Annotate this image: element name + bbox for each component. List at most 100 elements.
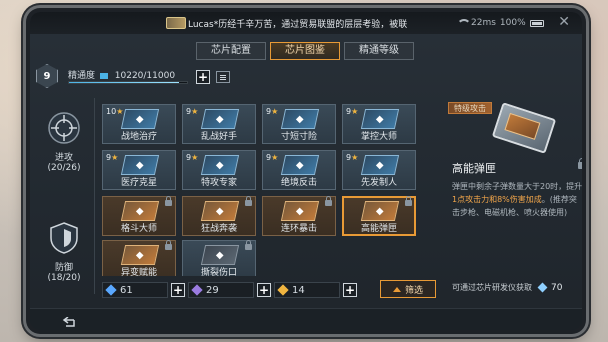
chip-card-name: 狂战奔袭	[200, 224, 237, 234]
star-icon: ★	[116, 107, 124, 116]
chip-description: 弹匣中剩余子弹数量大于20时，提升1点攻击力和8%伤害加成。(推荐突击步枪、电磁…	[452, 180, 582, 219]
chip-card-icon: ◆	[200, 201, 240, 221]
gold-gem-icon	[277, 284, 289, 296]
chip-card-icon: ◆	[360, 109, 400, 129]
tablet-frame: Lucas*历经千辛万苦，通过贸易联盟的层层考验，被联 22ms 100% ✕ …	[26, 8, 586, 334]
resource-blue-box: 61	[102, 282, 168, 298]
chip-card-name: 寸短寸险	[280, 132, 317, 142]
category-attack-count: (20/26)	[47, 163, 81, 173]
chip-card-icon: ◆	[360, 201, 400, 221]
mastery-value: 10220/11000	[114, 71, 176, 81]
chip-card-icon: ◆	[120, 109, 160, 129]
category-attack[interactable]: 进攻 (20/26)	[36, 110, 92, 173]
category-defense[interactable]: 防御 (18/20)	[36, 220, 92, 283]
acquire-text: 可通过芯片研发仪获取	[452, 283, 532, 292]
chip-card-icon: ◆	[280, 201, 320, 221]
chip-card[interactable]: 9★ ◆ 医疗克星	[102, 150, 176, 190]
resource-blue: 61	[102, 282, 168, 298]
lock-icon	[245, 196, 252, 206]
chip-card-level-value: 10	[106, 107, 117, 116]
filter-label: 筛选	[404, 285, 423, 296]
shield-icon	[46, 220, 82, 256]
battery-icon	[529, 19, 544, 27]
chip-card-level: 9★	[106, 153, 118, 162]
tab-mastery-level[interactable]: 精通等级	[344, 42, 414, 60]
filter-button[interactable]: 筛选	[380, 280, 436, 298]
close-icon[interactable]: ✕	[558, 14, 570, 30]
resource-purple: 29	[188, 282, 254, 298]
bottom-bar	[30, 308, 582, 330]
lock-icon	[578, 158, 582, 169]
resource-gold-value: 14	[292, 284, 305, 296]
star-icon: ★	[111, 153, 119, 162]
lock-icon	[165, 196, 172, 206]
chip-card[interactable]: ◆ 高能弹匣	[342, 196, 416, 236]
chip-currency-icon	[537, 282, 548, 293]
chip-card[interactable]: ◆ 撕裂伤口	[182, 240, 256, 276]
add-purple-resource-button[interactable]: +	[257, 283, 271, 297]
category-defense-count: (18/20)	[47, 273, 81, 283]
player-level-badge: 9	[36, 64, 58, 88]
chip-card-level: 9★	[266, 153, 278, 162]
magazine-chip-icon	[491, 102, 557, 154]
chip-card-icon: ◆	[200, 155, 240, 175]
chip-card-name: 异变赋能	[120, 268, 157, 276]
battery-value: 100%	[499, 18, 526, 28]
wifi-icon	[457, 19, 471, 27]
sort-icon[interactable]	[216, 71, 230, 83]
lock-icon	[325, 196, 332, 206]
blue-gem-icon	[105, 284, 117, 296]
resource-purple-value: 29	[206, 284, 219, 296]
chip-card-level: 10★	[106, 107, 123, 116]
back-arrow-icon[interactable]	[62, 314, 76, 327]
chip-desc-highlight: 1点攻击力和8%伤害加成	[452, 195, 542, 204]
broadcast-message: Lucas*历经千辛万苦，通过贸易联盟的层层考验，被联	[188, 19, 408, 30]
chip-codex-screen: Lucas*历经千辛万苦，通过贸易联盟的层层考验，被联 22ms 100% ✕ …	[30, 12, 582, 330]
star-icon: ★	[191, 107, 199, 116]
chip-card-name: 医疗克星	[120, 178, 157, 188]
chip-card-icon: ◆	[120, 155, 160, 175]
chip-card[interactable]: ◆ 狂战奔袭	[182, 196, 256, 236]
star-icon: ★	[351, 153, 359, 162]
chip-card[interactable]: ◆ 异变赋能	[102, 240, 176, 276]
chip-card[interactable]: 9★ ◆ 寸短寸险	[262, 104, 336, 144]
chip-card-level: 9★	[346, 153, 358, 162]
resource-blue-value: 61	[120, 284, 133, 296]
lock-icon	[245, 240, 252, 250]
add-mastery-button[interactable]: +	[196, 70, 210, 84]
chip-card[interactable]: ◆ 格斗大师	[102, 196, 176, 236]
chip-card[interactable]: 10★ ◆ 战地治疗	[102, 104, 176, 144]
panel-divider	[94, 98, 95, 294]
chip-desc-prefix: 弹匣中剩余子弹数量大于20时，提升	[452, 182, 582, 191]
star-icon: ★	[271, 153, 279, 162]
ping-value: 22ms	[471, 18, 496, 28]
chip-card-level: 9★	[186, 107, 198, 116]
category-defense-label: 防御	[54, 263, 73, 273]
chip-card[interactable]: ◆ 连环暴击	[262, 196, 336, 236]
chip-card-icon: ◆	[280, 109, 320, 129]
chip-card[interactable]: 9★ ◆ 特攻专家	[182, 150, 256, 190]
chip-card-icon: ◆	[120, 245, 160, 265]
mastery-progress-bar	[68, 81, 188, 84]
add-blue-resource-button[interactable]: +	[171, 283, 185, 297]
mastery-row: 精通度 10220/11000	[68, 68, 175, 81]
chip-card[interactable]: 9★ ◆ 乱战好手	[182, 104, 256, 144]
chip-title: 高能弹匣	[452, 162, 496, 175]
chip-rarity-tag: 特级攻击	[448, 102, 492, 114]
chip-card-icon: ◆	[280, 155, 320, 175]
tab-chip-config[interactable]: 芯片配置	[196, 42, 266, 60]
add-gold-resource-button[interactable]: +	[343, 283, 357, 297]
chip-card[interactable]: 9★ ◆ 先发制人	[342, 150, 416, 190]
chip-card[interactable]: 9★ ◆ 掌控大师	[342, 104, 416, 144]
filter-icon	[392, 286, 401, 292]
tab-chip-codex[interactable]: 芯片图鉴	[270, 42, 340, 60]
chip-detail-panel: 特级攻击 高能弹匣 弹匣中剩余子弹数量大于20时，提升1点攻击力和8%伤害加成。…	[446, 98, 582, 288]
chip-card[interactable]: 9★ ◆ 绝境反击	[262, 150, 336, 190]
network-status: 22ms 100%	[457, 18, 544, 28]
resource-gold-box: 14	[274, 282, 340, 298]
chip-card-grid: 10★ ◆ 战地治疗 9★ ◆ 乱战好手 9★ ◆ 寸短寸险 9★ ◆ 掌控大师 9★ ◆ 医疗克星 9★ ◆ 特…	[102, 98, 420, 276]
star-icon: ★	[271, 107, 279, 116]
crosshair-icon	[46, 110, 82, 146]
acquire-cost: 70	[551, 282, 563, 293]
chip-card-name: 乱战好手	[200, 132, 237, 142]
